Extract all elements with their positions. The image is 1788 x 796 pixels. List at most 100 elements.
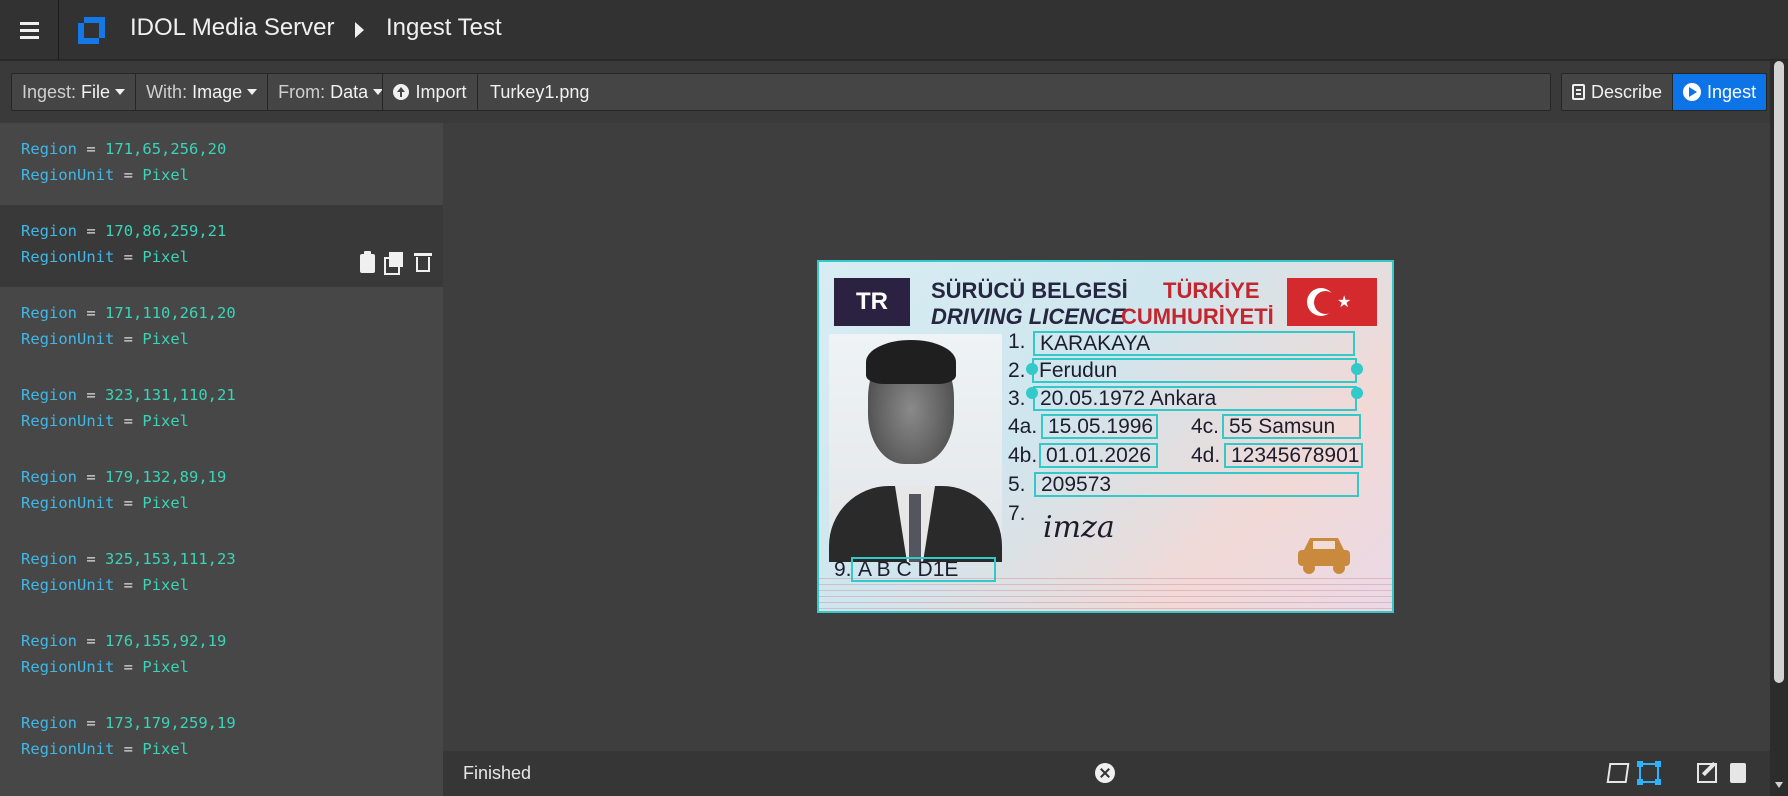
region-unit-value: Pixel (142, 166, 190, 184)
edit-icon[interactable] (1697, 763, 1717, 783)
with-label: With: (146, 81, 188, 102)
region-item[interactable]: Region = 173,179,259,19 RegionUnit = Pix… (0, 697, 443, 779)
copy-icon[interactable] (384, 251, 404, 275)
region-operator: = (123, 658, 134, 676)
detected-region-box[interactable]: 01.01.2026 (1039, 443, 1158, 468)
scroll-thumb[interactable] (1774, 61, 1784, 683)
region-item[interactable]: Region = 176,155,92,19 RegionUnit = Pixe… (0, 615, 443, 697)
detected-region-box[interactable]: 20.05.1972 Ankara (1033, 386, 1357, 411)
clipboard-icon[interactable] (1730, 763, 1746, 783)
region-item[interactable]: Region = 171,110,261,20 RegionUnit = Pix… (0, 287, 443, 369)
detected-region-box[interactable]: 209573 (1034, 472, 1359, 497)
turkish-flag-icon: ★ (1287, 278, 1377, 326)
region-operator: = (86, 386, 96, 404)
region-operator: = (123, 576, 134, 594)
card-title-en: DRIVING LICENCE (931, 304, 1126, 329)
close-circle-icon[interactable] (1095, 763, 1115, 783)
from-dropdown[interactable]: From: Data (268, 74, 393, 110)
page-scrollbar[interactable] (1770, 61, 1788, 796)
caret-down-icon (247, 89, 258, 95)
from-value: Data (330, 81, 369, 102)
car-icon (1298, 538, 1350, 574)
region-operator: = (86, 714, 96, 732)
region-unit-key: RegionUnit (21, 330, 115, 348)
play-circle-icon (1683, 83, 1702, 101)
region-item-selected[interactable]: Region = 170,86,259,21 RegionUnit = Pixe… (0, 205, 443, 287)
import-button[interactable]: Import (383, 74, 478, 110)
region-item[interactable]: Region = 179,132,89,19 RegionUnit = Pixe… (0, 451, 443, 533)
microtext-pattern (819, 578, 1392, 611)
polygon-tool-icon[interactable] (1606, 763, 1630, 783)
scroll-down-icon[interactable] (1775, 782, 1783, 788)
describe-label: Describe (1591, 81, 1663, 102)
detected-region-box[interactable]: 55 Samsun (1222, 414, 1361, 439)
detected-region-box[interactable]: KARAKAYA (1033, 331, 1355, 356)
region-list: Region = 171,65,256,20 RegionUnit = Pixe… (0, 123, 443, 796)
signature: imza (1043, 510, 1115, 545)
region-item[interactable]: Region = 171,65,256,20 RegionUnit = Pixe… (0, 123, 443, 205)
region-key: Region (21, 714, 77, 732)
trash-icon[interactable] (413, 251, 433, 273)
region-operator: = (123, 740, 134, 758)
country-code-badge: TR (834, 278, 910, 326)
region-operator: = (86, 304, 96, 322)
region-key: Region (21, 386, 77, 404)
idol-logo-icon (78, 17, 105, 44)
ingest-type-dropdown[interactable]: Ingest: File (12, 74, 137, 110)
file-name-field[interactable]: Turkey1.png (478, 74, 1550, 110)
resize-handle[interactable] (1026, 363, 1038, 375)
region-operator: = (86, 140, 96, 158)
region-operator: = (86, 632, 96, 650)
card-title-tr: SÜRÜCÜ BELGESİ (931, 278, 1128, 303)
portrait-photo (829, 334, 1002, 562)
status-text: Finished (463, 763, 532, 783)
region-value: 323,131,110,21 (105, 386, 236, 404)
with-dropdown[interactable]: With: Image (136, 74, 269, 110)
region-unit-key: RegionUnit (21, 166, 115, 184)
region-unit-value: Pixel (142, 576, 190, 594)
field-number: 4a. (1008, 415, 1038, 438)
region-operator: = (86, 222, 96, 240)
ingest-options-group: Ingest: File With: Image From: Data (11, 73, 395, 111)
region-unit-value: Pixel (142, 658, 190, 676)
resize-handle[interactable] (1351, 363, 1363, 375)
region-operator: = (86, 550, 96, 568)
file-group: Import Turkey1.png (382, 73, 1551, 111)
field-number: 2. (1008, 359, 1026, 382)
caret-right-icon (355, 22, 364, 38)
region-item[interactable]: Region = 323,131,110,21 RegionUnit = Pix… (0, 369, 443, 451)
region-unit-key: RegionUnit (21, 412, 115, 430)
region-unit-value: Pixel (142, 248, 190, 266)
field-number: 4b. (1008, 444, 1038, 467)
driving-licence-image[interactable]: TR SÜRÜCÜ BELGESİ DRIVING LICENCE TÜRKİY… (817, 260, 1394, 613)
region-operator: = (123, 412, 134, 430)
region-unit-key: RegionUnit (21, 494, 115, 512)
top-bar: IDOL Media Server Ingest Test (0, 0, 1788, 60)
hamburger-icon[interactable] (0, 0, 59, 60)
region-unit-value: Pixel (142, 740, 190, 758)
region-item[interactable]: Region = 325,153,111,23 RegionUnit = Pix… (0, 533, 443, 615)
region-key: Region (21, 468, 77, 486)
ingest-button[interactable]: Ingest (1673, 74, 1767, 110)
region-key: Region (21, 632, 77, 650)
region-value: 171,110,261,20 (105, 304, 236, 322)
region-unit-key: RegionUnit (21, 576, 115, 594)
detected-region-box[interactable]: 15.05.1996 (1041, 414, 1158, 439)
region-key: Region (21, 550, 77, 568)
paste-icon[interactable] (360, 251, 375, 273)
field-number: 5. (1008, 473, 1026, 496)
region-item-actions (360, 251, 433, 275)
region-unit-key: RegionUnit (21, 740, 115, 758)
caret-down-icon (115, 89, 126, 95)
describe-button[interactable]: Describe (1562, 74, 1674, 110)
region-key: Region (21, 222, 77, 240)
region-value: 171,65,256,20 (105, 140, 227, 158)
detected-region-box-selected[interactable]: Ferudun (1032, 358, 1357, 383)
detected-region-box[interactable]: 12345678901 (1224, 443, 1363, 468)
card-country-line1: TÜRKİYE (1163, 278, 1260, 303)
region-value: 179,132,89,19 (105, 468, 227, 486)
image-viewer[interactable]: TR SÜRÜCÜ BELGESİ DRIVING LICENCE TÜRKİY… (443, 123, 1770, 751)
upload-icon (393, 84, 410, 100)
region-tool-icon[interactable] (1637, 761, 1659, 783)
card-country-line2: CUMHURİYETİ (1121, 304, 1274, 329)
